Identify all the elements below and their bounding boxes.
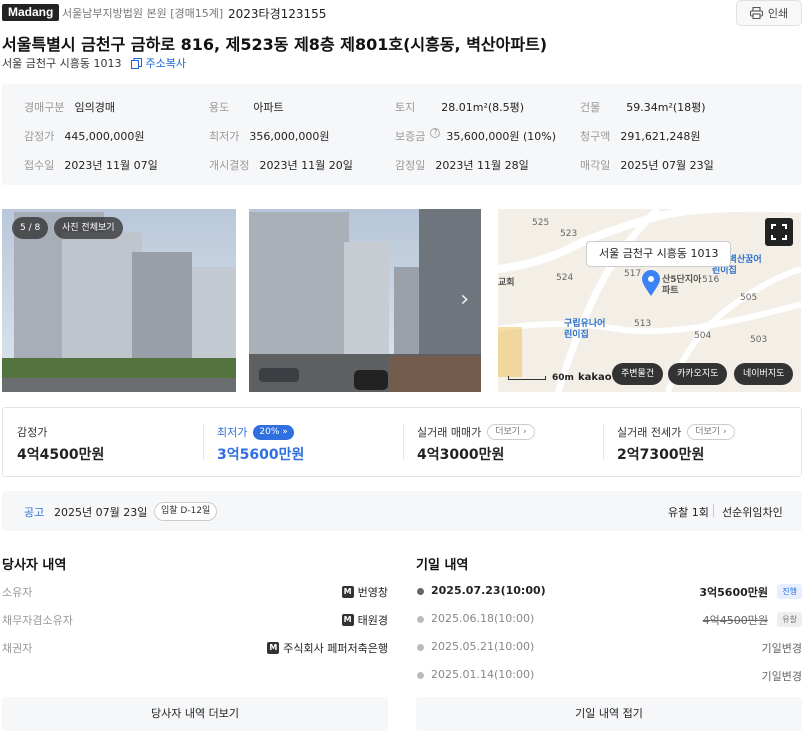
party-row: 채무자겸소유자 M 태원경	[2, 614, 388, 627]
price-appraisal: 감정가 4억4500만원	[17, 426, 105, 463]
info-minimum: 최저가 356,000,000원	[209, 130, 330, 143]
member-icon: M	[341, 614, 354, 626]
notice-bar: 공고 2025년 07월 23일 입찰 D-12일 유찰 1회 선순위임차인	[2, 491, 802, 531]
map-address-label: 서울 금천구 시흥동 1013	[586, 241, 732, 267]
lot-address: 서울 금천구 시흥동 1013	[2, 57, 122, 70]
help-icon[interactable]: ?	[430, 128, 441, 138]
address-line: 서울 금천구 시흥동 1013 주소복사	[2, 55, 186, 71]
parties-title: 당사자 내역	[2, 558, 67, 573]
info-appraisal: 감정가 445,000,000원	[24, 130, 145, 143]
info-land: 토지 28.01m²(8.5평)	[395, 101, 525, 114]
senior-tenant: 선순위임차인	[722, 506, 783, 519]
member-icon: M	[267, 642, 280, 654]
property-photo-2[interactable]: ›	[249, 209, 481, 392]
parties-more-button[interactable]: 당사자 내역 더보기	[2, 697, 388, 731]
history-title: 기일 내역	[416, 558, 469, 573]
price-summary: 감정가 4억4500만원 최저가 20% » 3억5600만원 실거래 매매가 …	[2, 407, 802, 477]
location-marker-icon	[642, 270, 660, 296]
nearby-items-button[interactable]: 주변물건	[612, 363, 664, 385]
court-name: 서울남부지방법원 본원 [경매15계]	[62, 7, 224, 20]
chevron-down-icon: »	[282, 426, 288, 437]
info-commence: 개시결정 2023년 11월 20일	[209, 159, 353, 172]
price-minimum: 최저가 20% » 3억5600만원	[217, 424, 305, 463]
info-auction-type: 경매구분 임의경매	[24, 101, 115, 114]
history-row: 2025.07.23(10:00) 3억5600만원 진행	[416, 584, 802, 602]
print-button[interactable]: 인쇄	[736, 0, 802, 26]
status-badge: 진행	[777, 584, 802, 599]
chevron-right-icon: ›	[722, 427, 727, 437]
kakao-map-button[interactable]: 카카오지도	[668, 363, 728, 385]
chevron-right-icon: ›	[522, 427, 527, 437]
copy-address-label: 주소복사	[145, 57, 186, 70]
printer-icon	[749, 7, 763, 19]
info-claim: 청구액 291,621,248원	[580, 130, 701, 143]
top-bar: Madang 서울남부지방법원 본원 [경매15계] 2023타경123155 …	[0, 0, 808, 28]
print-label: 인쇄	[767, 7, 789, 20]
info-building: 건물 59.34m²(18평)	[580, 101, 706, 114]
property-photo-1[interactable]: 5 / 8 사진 전체보기	[2, 209, 236, 392]
price-jeonse: 실거래 전세가 더보기 › 2억7300만원	[603, 408, 801, 476]
map-scale-bar	[508, 376, 546, 380]
price-trade: 실거래 매매가 더보기 › 4억3000만원	[403, 408, 603, 476]
info-appraisal-date: 감정일 2023년 11월 28일	[395, 159, 529, 172]
notice-label: 공고	[24, 506, 45, 519]
notice-date: 2025년 07월 23일	[54, 506, 148, 519]
discount-badge: 20% »	[253, 424, 294, 440]
dday-badge: 입찰 D-12일	[154, 502, 218, 521]
map-scale: 60m	[552, 373, 574, 383]
next-photo-arrow-icon[interactable]: ›	[460, 287, 469, 312]
location-map[interactable]: 525 523 524 517 516 505 513 504 503 구립벽산…	[498, 209, 801, 392]
info-received: 접수일 2023년 11월 07일	[24, 159, 158, 172]
fullscreen-icon[interactable]	[765, 218, 793, 246]
copy-address-button[interactable]: 주소복사	[131, 55, 186, 71]
photo-counter: 5 / 8	[12, 217, 49, 239]
party-row: 소유자 M 번영창	[2, 586, 388, 599]
member-icon: M	[341, 586, 354, 598]
history-collapse-button[interactable]: 기일 내역 접기	[416, 697, 802, 731]
info-sale-date: 매각일 2025년 07월 23일	[580, 159, 714, 172]
info-panel: 경매구분 임의경매 용도 아파트 토지 28.01m²(8.5평) 건물 59.34m²…	[2, 84, 802, 185]
case-number: 2023타경123155	[228, 7, 327, 21]
info-deposit: 보증금? 35,600,000원 (10%)	[395, 128, 557, 143]
history-row: 2025.05.21(10:00) 기일변경	[416, 640, 802, 658]
trade-more-button[interactable]: 더보기 ›	[487, 424, 535, 440]
property-title: 서울특별시 금천구 금하로 816, 제523동 제8층 제801호(시흥동, …	[2, 35, 548, 54]
view-all-photos-button[interactable]: 사진 전체보기	[54, 217, 123, 239]
jeonse-more-button[interactable]: 더보기 ›	[687, 424, 735, 440]
status-badge: 유찰	[777, 612, 802, 627]
info-use: 용도 아파트	[209, 101, 284, 114]
kakao-logo: kakao	[578, 372, 612, 383]
history-row: 2025.01.14(10:00) 기일변경	[416, 668, 802, 686]
copy-icon	[131, 57, 143, 69]
history-row: 2025.06.18(10:00) 4억4500만원 유찰	[416, 612, 802, 630]
fail-count: 유찰 1회	[668, 506, 709, 519]
party-row: 채권자 M 주식회사 페퍼저축은행	[2, 642, 388, 655]
logo: Madang	[2, 4, 60, 21]
naver-map-button[interactable]: 네이버지도	[734, 363, 794, 385]
